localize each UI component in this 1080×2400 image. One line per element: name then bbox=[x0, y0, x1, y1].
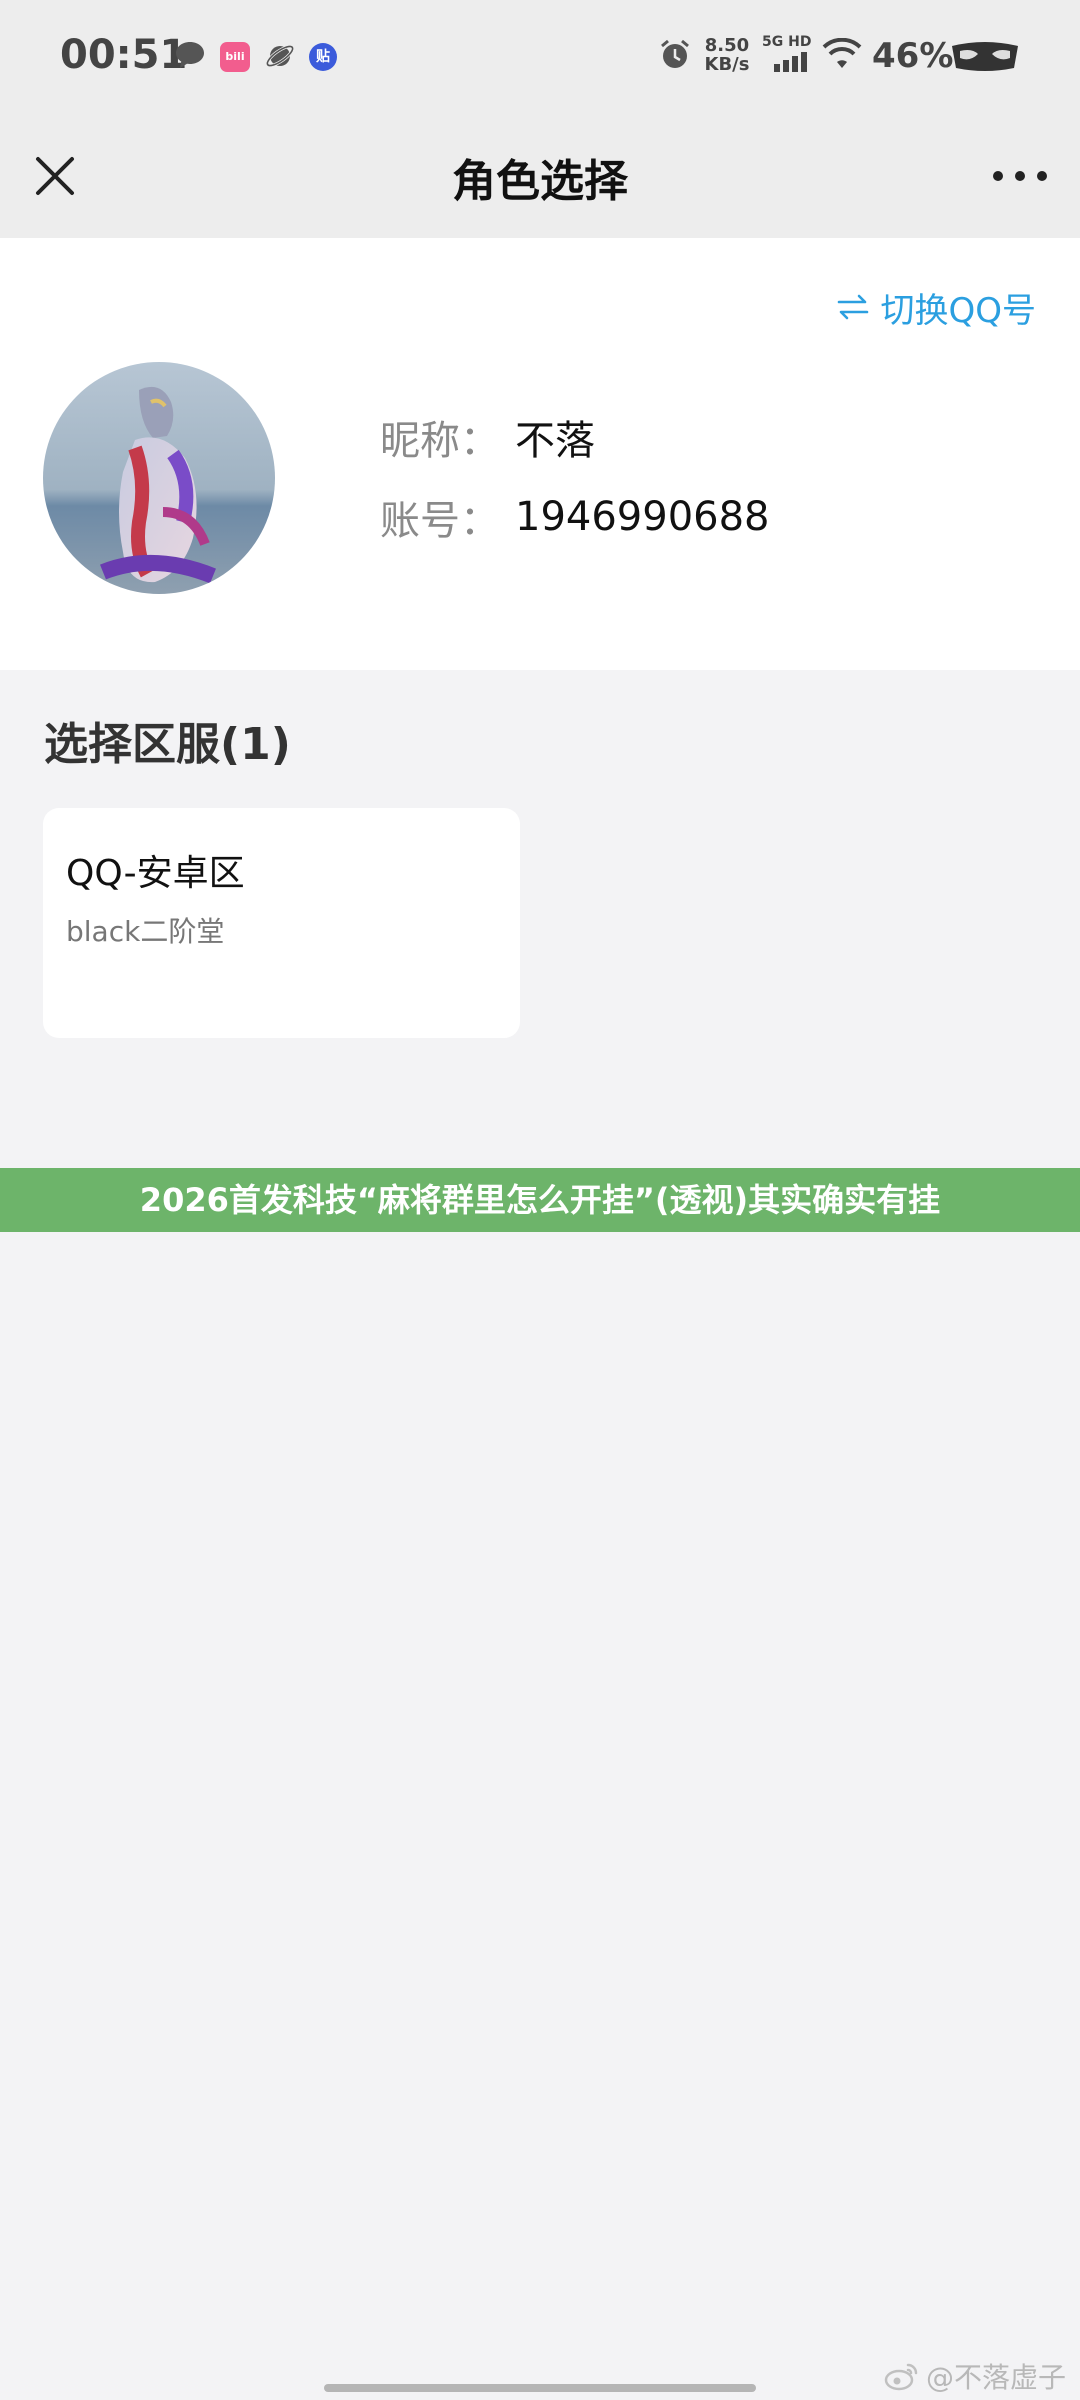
switch-qq-label: 切换QQ号 bbox=[880, 290, 1036, 331]
more-dots-icon bbox=[993, 171, 1047, 181]
bilibili-app-icon: bili bbox=[220, 42, 250, 72]
switch-qq-button[interactable]: 切换QQ号 bbox=[836, 282, 1036, 332]
avatar bbox=[43, 362, 275, 594]
account-card: 切换QQ号 昵称： 不落 账号： 1946990688 bbox=[0, 238, 1080, 670]
nickname-label: 昵称： bbox=[380, 418, 500, 464]
battery-percent: 46% bbox=[872, 36, 954, 76]
more-button[interactable] bbox=[990, 161, 1050, 191]
server-section-title: 选择区服(1) bbox=[44, 719, 291, 770]
wifi-icon bbox=[822, 37, 862, 74]
watermark-text: @不落虚子 bbox=[925, 2361, 1066, 2394]
net-speed-unit: KB/s bbox=[704, 54, 750, 75]
server-card[interactable]: QQ-安卓区 black二阶堂 bbox=[43, 808, 520, 1038]
tieba-app-icon: 贴 bbox=[309, 43, 337, 71]
account-number: 1946990688 bbox=[515, 494, 770, 540]
weibo-logo-icon bbox=[884, 2363, 918, 2391]
network-type: 5G HD bbox=[762, 34, 812, 50]
overlay-banner: 2026首发科技“麻将群里怎么开挂”(透视)其实确实有挂 bbox=[0, 1168, 1080, 1232]
nickname-row: 昵称： 不落 bbox=[380, 408, 595, 466]
server-role-name: black二阶堂 bbox=[66, 915, 225, 948]
net-speed-value: 8.50 bbox=[704, 35, 750, 56]
page-title: 角色选择 bbox=[452, 156, 628, 207]
account-label: 账号： bbox=[380, 498, 500, 544]
battery-icon bbox=[948, 40, 1022, 78]
role-select-screen: 00:51 bili 贴 8.50 KB/s 5G HD 46% 角色选择 切换… bbox=[0, 0, 1080, 2400]
nav-bar: 角色选择 bbox=[0, 115, 1080, 238]
watermark: @不落虚子 bbox=[884, 2356, 1066, 2396]
status-time: 00:51 bbox=[60, 32, 188, 78]
account-row: 账号： 1946990688 bbox=[380, 488, 770, 546]
server-name: QQ-安卓区 bbox=[66, 853, 245, 894]
status-bar: 00:51 bili 贴 8.50 KB/s 5G HD 46% bbox=[0, 0, 1080, 115]
home-indicator[interactable] bbox=[324, 2384, 756, 2392]
chat-bubble-icon bbox=[174, 40, 206, 74]
net-speed: 8.50 KB/s bbox=[700, 36, 754, 74]
swap-arrows-icon bbox=[838, 294, 869, 320]
alarm-icon bbox=[658, 38, 692, 76]
nickname-value: 不落 bbox=[515, 418, 595, 464]
planet-app-icon bbox=[264, 40, 296, 76]
signal-icon bbox=[774, 52, 810, 76]
